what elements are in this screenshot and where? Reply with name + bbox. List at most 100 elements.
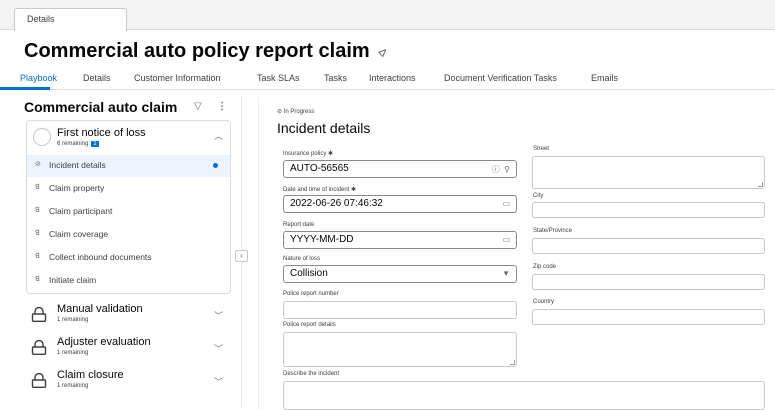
police-report-number-label: Police report number	[283, 291, 339, 297]
stage-count-badge: 1	[91, 141, 99, 147]
step-label: Collect inbound documents	[49, 252, 152, 262]
stage-name[interactable]: Claim closure	[57, 369, 124, 381]
chevron-down-icon[interactable]: ﹀	[214, 309, 223, 322]
stage-remaining: 1 remaining	[57, 383, 89, 389]
tag-icon[interactable]: ⊳	[374, 43, 391, 60]
required-asterisk: ✱	[328, 151, 334, 157]
datetime-label-text: Date and time of incident	[283, 187, 350, 193]
report-date-placeholder: YYYY-MM-DD	[290, 234, 354, 245]
dropdown-arrow-icon: ▼	[502, 269, 510, 278]
describe-incident-label: Describe the incident	[283, 371, 340, 377]
datetime-field[interactable]: 2022-06-26 07:46:32 ▭	[283, 195, 517, 213]
street-label: Street	[533, 146, 550, 152]
form-title: Incident details	[277, 120, 371, 136]
calendar-icon[interactable]: ▭	[502, 235, 510, 244]
tab-customer-information[interactable]: Customer Information	[134, 73, 221, 83]
step-collect-inbound-documents[interactable]: ꓭ Collect inbound documents	[27, 247, 230, 269]
stage-name[interactable]: First notice of loss	[57, 127, 146, 139]
stage-remaining: 1 remaining	[57, 350, 89, 356]
calendar-icon[interactable]: ▭	[502, 199, 510, 208]
resize-handle-icon[interactable]	[510, 360, 515, 365]
details-workspace-tab[interactable]: Details	[14, 8, 127, 31]
insurance-policy-field[interactable]: AUTO-56565 ⓘ ⚲	[283, 160, 517, 178]
lock-icon	[31, 306, 47, 323]
workspace-tab-bar: Details	[0, 0, 775, 31]
filter-icon[interactable]: ▽	[194, 101, 202, 112]
status-badge: ⊘ In Progress	[277, 108, 314, 115]
lock-icon	[31, 372, 47, 389]
search-icon[interactable]: ⚲	[504, 165, 510, 174]
report-date-label: Report date	[283, 222, 315, 228]
report-date-field[interactable]: YYYY-MM-DD ▭	[283, 231, 517, 249]
in-progress-icon: ⊘	[277, 109, 283, 115]
chevron-down-icon[interactable]: ﹀	[214, 375, 223, 388]
nature-of-loss-label: Nature of loss	[283, 256, 321, 262]
active-tab-indicator	[0, 87, 50, 90]
stage-remaining: 6 remaining 1	[57, 141, 99, 147]
playbook-title: Commercial auto claim	[24, 99, 178, 115]
step-label: Incident details	[49, 160, 106, 170]
required-asterisk: ✱	[351, 187, 357, 193]
insurance-policy-label: Insurance policy ✱	[283, 150, 333, 157]
step-label: Claim participant	[49, 206, 113, 216]
step-label: Initiate claim	[49, 275, 97, 285]
lock-icon: ꓭ	[35, 276, 40, 283]
collapse-panel-button[interactable]: ‹	[235, 250, 248, 262]
stage-name[interactable]: Adjuster evaluation	[57, 336, 151, 348]
page-title-text: Commercial auto policy report claim	[24, 40, 370, 62]
street-textarea[interactable]	[532, 156, 765, 189]
country-field[interactable]	[532, 309, 765, 325]
police-report-details-textarea[interactable]	[283, 332, 517, 367]
chevron-left-icon: ‹	[240, 251, 243, 260]
lock-icon: ꓭ	[35, 253, 40, 260]
step-label: Claim coverage	[49, 229, 109, 239]
lock-icon: ꓭ	[35, 184, 40, 191]
describe-incident-textarea[interactable]	[283, 381, 765, 410]
police-report-details-label: Police report details	[283, 322, 336, 328]
lock-icon	[31, 339, 47, 356]
chevron-down-icon[interactable]: ﹀	[214, 342, 223, 355]
city-field[interactable]	[532, 202, 765, 218]
city-label: City	[533, 193, 544, 199]
tab-interactions[interactable]: Interactions	[369, 73, 416, 83]
stage-remaining-text: 6 remaining	[57, 141, 89, 147]
tab-details[interactable]: Details	[83, 73, 111, 83]
state-province-field[interactable]	[532, 238, 765, 254]
record-subtabs: Playbook Details Customer Information Ta…	[0, 68, 775, 90]
status-text: In Progress	[283, 109, 315, 115]
in-progress-icon: ⊘	[35, 161, 41, 168]
tab-document-verification-tasks[interactable]: Document Verification Tasks	[444, 73, 557, 83]
insurance-policy-value: AUTO-56565	[290, 163, 349, 174]
state-province-label: State/Province	[533, 228, 573, 234]
zip-code-label: Zip code	[533, 264, 557, 270]
resize-handle-icon[interactable]	[758, 182, 763, 187]
stage-name[interactable]: Manual validation	[57, 303, 143, 315]
chevron-up-icon[interactable]: ︿	[214, 129, 223, 142]
step-initiate-claim[interactable]: ꓭ Initiate claim	[27, 270, 230, 292]
lock-icon: ꓭ	[35, 230, 40, 237]
nature-of-loss-select[interactable]: Collision ▼	[283, 265, 517, 283]
more-options-icon[interactable]: ⋮	[217, 101, 227, 112]
police-report-number-field[interactable]	[283, 301, 517, 319]
stage-remaining: 1 remaining	[57, 317, 89, 323]
step-claim-participant[interactable]: ꓭ Claim participant	[27, 201, 230, 223]
active-step-dot-icon	[213, 163, 218, 168]
step-claim-coverage[interactable]: ꓭ Claim coverage	[27, 224, 230, 246]
step-incident-details[interactable]: ⊘ Incident details	[27, 155, 230, 177]
page-title: Commercial auto policy report claim ⊳	[24, 40, 391, 63]
nature-of-loss-value: Collision	[290, 268, 328, 279]
tab-emails[interactable]: Emails	[591, 73, 618, 83]
insurance-policy-label-text: Insurance policy	[283, 151, 327, 157]
datetime-label: Date and time of incident ✱	[283, 186, 356, 193]
info-icon[interactable]: ⓘ	[492, 165, 500, 174]
lock-icon: ꓭ	[35, 207, 40, 214]
stage-progress-circle-icon	[33, 128, 51, 146]
tab-playbook[interactable]: Playbook	[20, 73, 57, 83]
country-label: Country	[533, 299, 555, 305]
tab-task-slas[interactable]: Task SLAs	[257, 73, 300, 83]
datetime-value: 2022-06-26 07:46:32	[290, 198, 383, 209]
zip-code-field[interactable]	[532, 274, 765, 290]
step-claim-property[interactable]: ꓭ Claim property	[27, 178, 230, 200]
step-label: Claim property	[49, 183, 105, 193]
tab-tasks[interactable]: Tasks	[324, 73, 347, 83]
